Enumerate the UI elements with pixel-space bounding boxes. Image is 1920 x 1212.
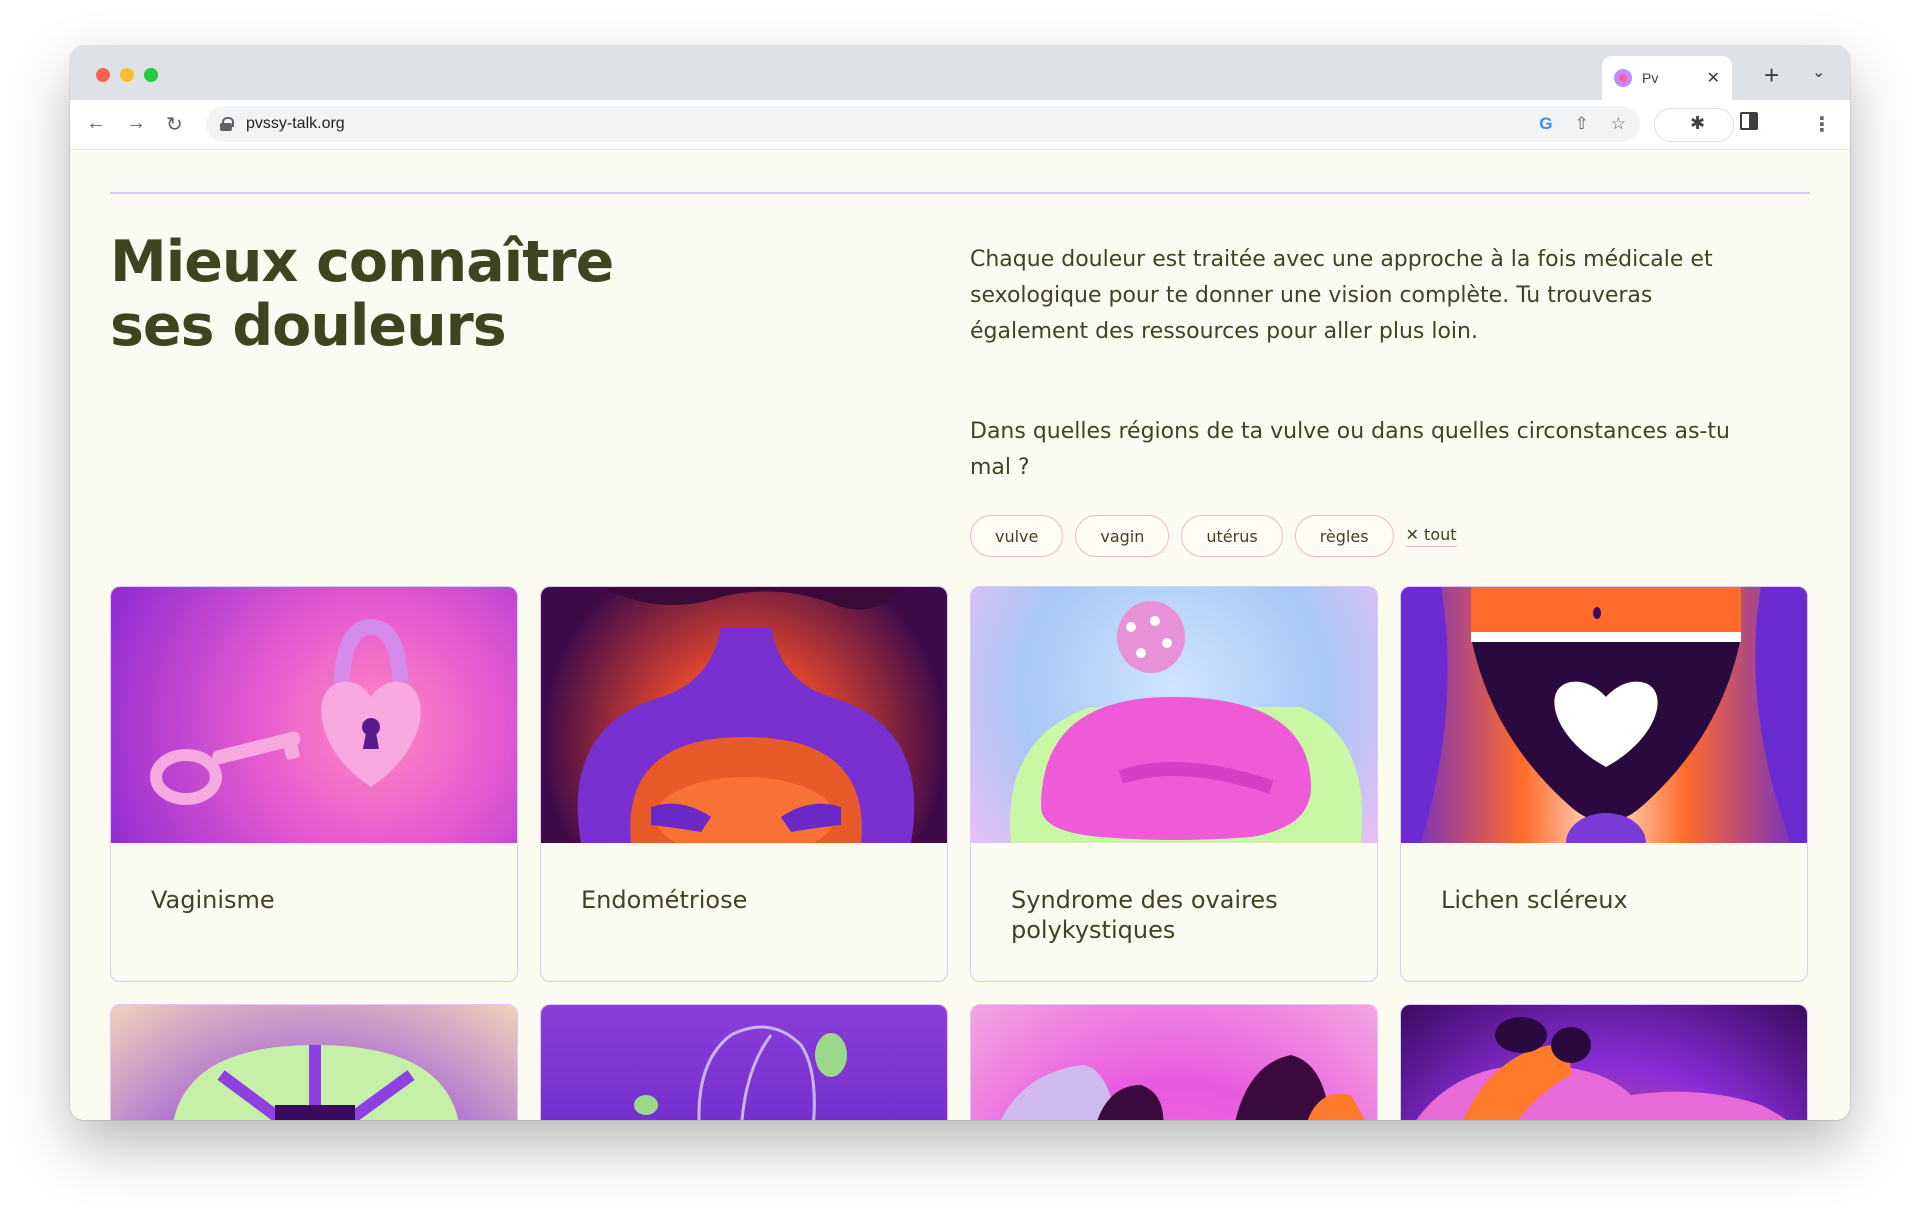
star-icon[interactable]: ☆ — [1611, 114, 1626, 134]
clear-filters-link[interactable]: ✕ tout — [1405, 525, 1457, 547]
filter-chips: vulve vagin utérus règles ✕ tout — [970, 515, 1457, 557]
filter-chip-regles[interactable]: règles — [1294, 515, 1394, 557]
card-title: Syndrome des ovaires polykystiques — [1011, 886, 1278, 944]
filter-question: Dans quelles régions de ta vulve ou dans… — [970, 419, 1730, 480]
tab-title: Pv — [1642, 70, 1659, 86]
card-lichen[interactable]: Lichen scléreux — [1400, 586, 1808, 982]
section-title-line2: ses douleurs — [110, 293, 507, 359]
favicon-icon — [1614, 69, 1632, 87]
filter-chip-vulve[interactable]: vulve — [970, 515, 1064, 557]
browser-toolbar: ← → ↻ pvssy-talk.org G ⇧ ☆ ✱ ⋮ — [70, 100, 1850, 150]
address-bar[interactable]: pvssy-talk.org G ⇧ ☆ — [206, 106, 1640, 142]
maximize-window-button[interactable] — [144, 68, 158, 82]
section-title: Mieux connaître ses douleurs — [110, 230, 710, 358]
side-panel-icon[interactable] — [1740, 112, 1758, 130]
back-arrow-icon[interactable]: ← — [86, 112, 106, 135]
lock-icon[interactable] — [220, 117, 234, 131]
browser-window: Pv ✕ + ⌄ ← → ↻ pvssy-talk.org G ⇧ ☆ ✱ ⋮ … — [70, 46, 1850, 1120]
card-title: Endométriose — [581, 886, 748, 914]
hugging-figure-illustration — [1010, 601, 1363, 843]
card-grid: Vaginisme Endométriose Syndrome des ovai… — [110, 586, 1810, 1120]
wheel-icons-illustration — [173, 1045, 459, 1120]
willow-plant-illustration — [634, 1025, 847, 1120]
card-preview-6[interactable] — [540, 1004, 948, 1120]
card-illustration — [1401, 587, 1807, 843]
card-title: Lichen scléreux — [1441, 886, 1628, 914]
section-intro: Chaque douleur est traitée avec une appr… — [970, 247, 1713, 344]
card-illustration — [111, 587, 517, 843]
card-illustration — [971, 1005, 1377, 1120]
card-illustration — [111, 1005, 517, 1120]
browser-tab[interactable]: Pv ✕ — [1602, 56, 1732, 100]
tab-search-button[interactable]: ⌄ — [1812, 62, 1825, 82]
forward-arrow-icon[interactable]: → — [126, 112, 146, 135]
couple-illustration — [1416, 1017, 1787, 1120]
filter-chip-vagin[interactable]: vagin — [1075, 515, 1170, 557]
figures-illustration — [1000, 1055, 1365, 1120]
card-vaginisme[interactable]: Vaginisme — [110, 586, 518, 982]
card-illustration — [1401, 1005, 1807, 1120]
card-illustration — [541, 1005, 947, 1120]
close-window-button[interactable] — [96, 68, 110, 82]
share-icon[interactable]: ⇧ — [1575, 114, 1589, 134]
card-endometriose[interactable]: Endométriose — [540, 586, 948, 982]
card-illustration — [971, 587, 1377, 843]
belly-hands-illustration — [577, 587, 915, 843]
card-preview-7[interactable] — [970, 1004, 1378, 1120]
minimize-window-button[interactable] — [120, 68, 134, 82]
url-text[interactable]: pvssy-talk.org — [246, 115, 1517, 133]
card-title: Vaginisme — [151, 886, 275, 914]
kebab-menu-icon[interactable]: ⋮ — [1812, 112, 1832, 137]
tab-close-icon[interactable]: ✕ — [1707, 68, 1720, 88]
card-preview-5[interactable] — [110, 1004, 518, 1120]
section-divider — [110, 192, 1810, 194]
google-icon[interactable]: G — [1539, 114, 1552, 134]
section-title-line1: Mieux connaître — [110, 229, 614, 295]
filter-chip-uterus[interactable]: utérus — [1181, 515, 1283, 557]
key-and-heart-lock-illustration — [150, 618, 421, 805]
card-illustration — [541, 587, 947, 843]
page-content: Mieux connaître ses douleurs Chaque doul… — [70, 150, 1850, 1120]
tab-strip: Pv ✕ + ⌄ — [70, 46, 1850, 100]
underwear-heart-illustration — [1401, 587, 1807, 843]
reload-icon[interactable]: ↻ — [166, 112, 183, 137]
extensions-icon[interactable]: ✱ — [1690, 113, 1705, 134]
card-preview-8[interactable] — [1400, 1004, 1808, 1120]
new-tab-button[interactable]: + — [1764, 60, 1779, 91]
card-sopk[interactable]: Syndrome des ovaires polykystiques — [970, 586, 1378, 982]
